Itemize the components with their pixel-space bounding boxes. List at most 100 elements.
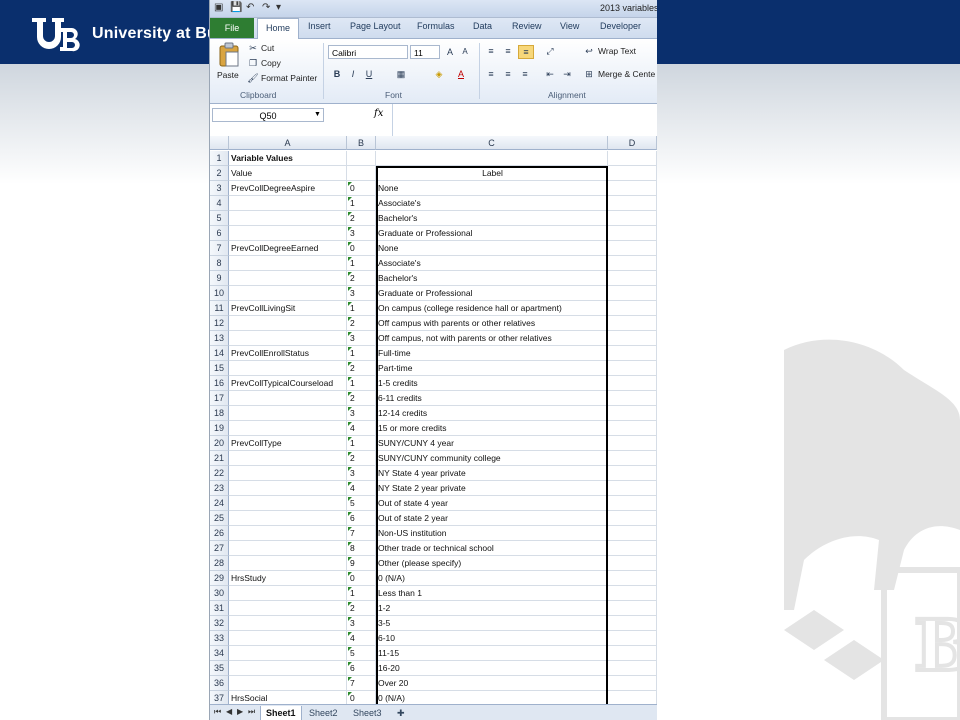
cell-value[interactable]: 8 [347,541,376,556]
cell-label[interactable]: 16-20 [376,661,608,676]
cell-empty[interactable] [608,631,657,646]
cell-label[interactable]: Associate's [376,256,608,271]
align-middle-icon[interactable]: ≡ [501,45,515,57]
bold-icon[interactable]: B [330,68,344,80]
cell-variable[interactable] [229,586,347,601]
cell-empty[interactable] [608,601,657,616]
cell-variable[interactable] [229,361,347,376]
row-header[interactable]: 11 [210,301,229,316]
cell-variable[interactable] [229,496,347,511]
row-header[interactable]: 21 [210,451,229,466]
cell-variable[interactable] [229,196,347,211]
cell-value[interactable]: 4 [347,481,376,496]
row-header[interactable]: 10 [210,286,229,301]
cell-value[interactable]: 2 [347,451,376,466]
cell-label[interactable]: 0 (N/A) [376,571,608,586]
cell-variable[interactable] [229,556,347,571]
cell-variable[interactable]: PrevCollDegreeEarned [229,241,347,256]
row-header[interactable]: 5 [210,211,229,226]
tab-insert[interactable]: Insert [308,21,331,31]
cell-value[interactable] [347,151,376,166]
paste-button[interactable]: Paste [217,70,239,80]
cell-label[interactable]: Graduate or Professional [376,226,608,241]
row-header[interactable]: 30 [210,586,229,601]
cell-empty[interactable] [608,151,657,166]
row-header[interactable]: 36 [210,676,229,691]
cell-value[interactable]: 3 [347,466,376,481]
cell-label[interactable]: Less than 1 [376,586,608,601]
cell-variable[interactable] [229,256,347,271]
cell-empty[interactable] [608,511,657,526]
cell-empty[interactable] [608,646,657,661]
cell-empty[interactable] [608,616,657,631]
cell-value[interactable]: 3 [347,226,376,241]
cell-variable[interactable] [229,226,347,241]
cell-empty[interactable] [608,226,657,241]
cell-variable[interactable] [229,661,347,676]
cell-label[interactable]: Over 20 [376,676,608,691]
next-sheet-icon[interactable]: ▶ [237,707,243,716]
cut-button[interactable]: Cut [261,43,274,53]
font-name-select[interactable]: Calibri [328,45,408,59]
cell-value[interactable]: 3 [347,286,376,301]
cell-value[interactable]: 2 [347,211,376,226]
format-painter-button[interactable]: Format Painter [261,73,317,83]
cell-empty[interactable] [608,466,657,481]
align-left-icon[interactable]: ≡ [484,68,498,80]
cell-value[interactable]: 7 [347,526,376,541]
row-header[interactable]: 17 [210,391,229,406]
cell-empty[interactable] [608,556,657,571]
cell-label[interactable]: Off campus with parents or other relativ… [376,316,608,331]
column-header-b[interactable]: B [347,136,376,150]
wrap-text-button[interactable]: Wrap Text [598,46,636,56]
cell-label[interactable]: Out of state 4 year [376,496,608,511]
cell-label[interactable]: 1-5 credits [376,376,608,391]
row-header[interactable]: 16 [210,376,229,391]
cell-value[interactable]: 6 [347,661,376,676]
column-header-c[interactable]: C [376,136,608,150]
row-header[interactable]: 14 [210,346,229,361]
cell-variable[interactable] [229,271,347,286]
cell-variable[interactable] [229,541,347,556]
tab-page-layout[interactable]: Page Layout [350,21,401,31]
cell-empty[interactable] [608,166,657,181]
cell-variable[interactable]: PrevCollTypicalCourseload [229,376,347,391]
row-header[interactable]: 2 [210,166,229,181]
sheet-tab-sheet3[interactable]: Sheet3 [348,706,387,720]
cell-variable[interactable] [229,631,347,646]
cell-empty[interactable] [608,541,657,556]
cell-value[interactable]: 5 [347,496,376,511]
cell-empty[interactable] [608,181,657,196]
row-header[interactable]: 20 [210,436,229,451]
row-header[interactable]: 12 [210,316,229,331]
grow-font-icon[interactable]: A [443,46,457,58]
row-header[interactable]: 1 [210,151,229,166]
increase-indent-icon[interactable]: ⇥ [560,68,574,80]
cell-label[interactable]: Graduate or Professional [376,286,608,301]
cell-variable[interactable] [229,616,347,631]
cell-value[interactable]: 4 [347,421,376,436]
cell-variable[interactable] [229,451,347,466]
cell-value[interactable]: 0 [347,571,376,586]
column-header-d[interactable]: D [608,136,657,150]
select-all-corner[interactable] [210,136,229,150]
cell-variable[interactable]: PrevCollEnrollStatus [229,346,347,361]
cell-label[interactable] [376,151,608,166]
copy-button[interactable]: Copy [261,58,281,68]
cell-empty[interactable] [608,301,657,316]
row-header[interactable]: 34 [210,646,229,661]
cell-label[interactable]: Out of state 2 year [376,511,608,526]
cell-empty[interactable] [608,436,657,451]
cell-variable[interactable]: PrevCollLivingSit [229,301,347,316]
cell-label[interactable]: None [376,241,608,256]
cell-label[interactable]: NY State 2 year private [376,481,608,496]
cell-empty[interactable] [608,571,657,586]
cell-empty[interactable] [608,421,657,436]
row-header[interactable]: 7 [210,241,229,256]
cell-label[interactable]: 6-10 [376,631,608,646]
cell-variable[interactable]: PrevCollType [229,436,347,451]
align-right-icon[interactable]: ≡ [518,68,532,80]
cell-label[interactable]: Non-US institution [376,526,608,541]
cell-variable[interactable] [229,481,347,496]
tab-formulas[interactable]: Formulas [417,21,455,31]
